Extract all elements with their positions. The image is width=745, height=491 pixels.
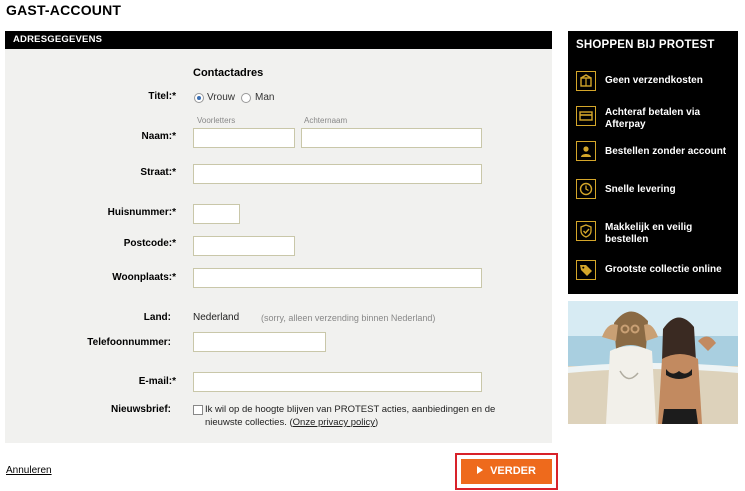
next-button[interactable]: VERDER: [461, 459, 552, 484]
nieuwsbrief-text: Ik wil op de hoogte blijven van PROTEST …: [205, 403, 535, 429]
postcode-input[interactable]: [193, 236, 295, 256]
telefoon-input[interactable]: [193, 332, 326, 352]
section-title: Contactadres: [193, 67, 264, 79]
achternaam-input[interactable]: [301, 128, 482, 148]
land-note: (sorry, alleen verzending binnen Nederla…: [261, 313, 436, 323]
woonplaats-input[interactable]: [193, 268, 482, 288]
privacy-policy-link[interactable]: Onze privacy policy: [293, 417, 375, 428]
email-label: E-mail:*: [138, 376, 176, 387]
straat-label: Straat:*: [140, 167, 176, 178]
panel-header: ADRESGEGEVENS: [5, 31, 552, 49]
voorletters-input[interactable]: [193, 128, 295, 148]
benefit-label: Snelle levering: [605, 184, 676, 195]
radio-vrouw[interactable]: [194, 93, 204, 103]
cancel-link[interactable]: Annuleren: [6, 465, 52, 476]
achternaam-sublabel: Achternaam: [304, 116, 348, 125]
woonplaats-label: Woonplaats:*: [112, 272, 176, 283]
clock-icon: [576, 179, 596, 199]
benefit-label: Grootste collectie online: [605, 264, 722, 275]
benefit-label: Bestellen zonder account: [605, 146, 727, 157]
titel-label: Titel:*: [148, 91, 176, 102]
benefit-label: Makkelijk en veilig bestellen: [605, 222, 693, 245]
radio-vrouw-label: Vrouw: [207, 92, 235, 103]
box-icon: [576, 71, 596, 91]
next-button-label: VERDER: [490, 465, 536, 477]
radio-man-label: Man: [255, 92, 275, 103]
postcode-label: Postcode:*: [123, 238, 176, 249]
person-icon: [576, 141, 596, 161]
promo-image: [568, 301, 738, 424]
benefit-label: Geen verzendkosten: [605, 75, 703, 86]
tag-icon: [576, 260, 596, 280]
land-value: Nederland: [193, 312, 240, 323]
benefit-label: Achteraf betalen via Afterpay: [605, 107, 701, 130]
huisnummer-label: Huisnummer:*: [107, 207, 176, 218]
naam-label: Naam:*: [141, 131, 176, 142]
nieuwsbrief-suffix: ): [375, 417, 379, 428]
voorletters-sublabel: Voorletters: [197, 116, 236, 125]
radio-man[interactable]: [241, 93, 251, 103]
telefoon-label: Telefoonnummer:: [87, 337, 171, 348]
nieuwsbrief-label: Nieuwsbrief:: [110, 404, 171, 415]
benefits-title: SHOPPEN BIJ PROTEST: [576, 39, 715, 51]
page-title: GAST-ACCOUNT: [6, 2, 122, 18]
next-button-highlight: VERDER: [455, 453, 558, 490]
email-input[interactable]: [193, 372, 482, 392]
card-icon: [576, 106, 596, 126]
huisnummer-input[interactable]: [193, 204, 240, 224]
nieuwsbrief-checkbox[interactable]: [193, 405, 203, 415]
land-label: Land:: [143, 312, 171, 323]
shield-check-icon: [576, 221, 596, 241]
straat-input[interactable]: [193, 164, 482, 184]
play-arrow-icon: [477, 466, 484, 474]
benefits-panel: SHOPPEN BIJ PROTEST Geen verzendkosten A…: [568, 31, 738, 294]
